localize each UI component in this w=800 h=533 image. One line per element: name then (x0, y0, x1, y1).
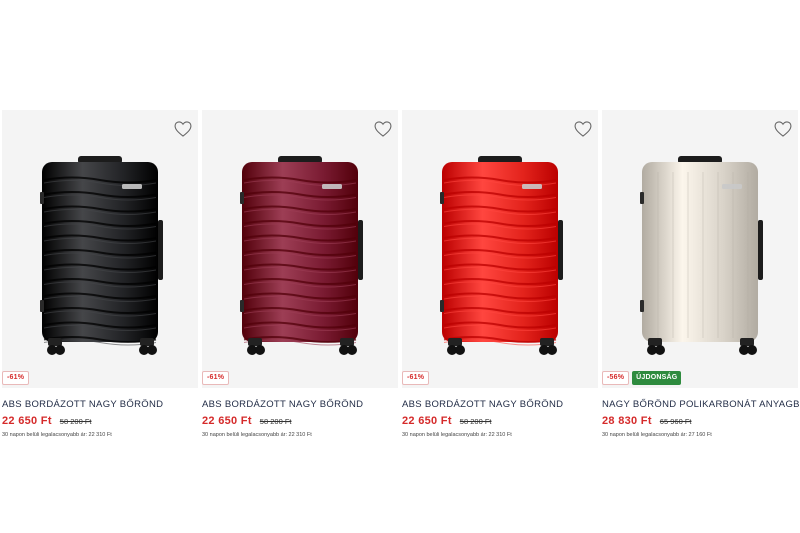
badges: -61% (202, 371, 230, 385)
suitcase-svg (440, 156, 563, 355)
new-badge: ÚJDONSÁG (632, 371, 682, 385)
lowest-price-note: 30 napon belüli legalacsonyabb ár: 22 31… (402, 432, 512, 438)
old-price: 65 960 Ft (659, 417, 692, 426)
badges: -56% ÚJDONSÁG (602, 371, 682, 385)
heart-outline-icon[interactable] (773, 119, 793, 139)
product-image[interactable]: -61% (202, 110, 398, 388)
price-row: 22 650 Ft 58 200 Ft (2, 415, 198, 427)
suitcase-image (2, 110, 198, 388)
old-price: 58 200 Ft (59, 417, 92, 426)
suitcase-image (202, 110, 398, 388)
product-card[interactable]: -61% ABS BORDÁZOTT NAGY BŐRÖND 22 650 Ft… (202, 110, 398, 440)
old-price: 58 200 Ft (259, 417, 292, 426)
discount-badge: -61% (202, 371, 230, 385)
price-row: 28 830 Ft 65 960 Ft (602, 415, 798, 427)
discount-badge: -61% (402, 371, 430, 385)
product-title[interactable]: ABS BORDÁZOTT NAGY BŐRÖND (2, 399, 198, 410)
current-price: 28 830 Ft (602, 415, 652, 427)
current-price: 22 650 Ft (2, 415, 52, 427)
product-grid: -61% ABS BORDÁZOTT NAGY BŐRÖND 22 650 Ft… (0, 110, 800, 440)
product-image[interactable]: -56% ÚJDONSÁG (602, 110, 798, 388)
lowest-price-note: 30 napon belüli legalacsonyabb ár: 22 31… (2, 432, 112, 438)
product-card[interactable]: -56% ÚJDONSÁG NAGY BŐRÖND POLIKARBONÁT A… (602, 110, 800, 440)
product-card[interactable]: -61% ABS BORDÁZOTT NAGY BŐRÖND 22 650 Ft… (2, 110, 198, 440)
price-row: 22 650 Ft 58 200 Ft (202, 415, 398, 427)
current-price: 22 650 Ft (202, 415, 252, 427)
discount-badge: -56% (602, 371, 630, 385)
badges: -61% (2, 371, 30, 385)
suitcase-svg (240, 156, 363, 355)
heart-outline-icon[interactable] (373, 119, 393, 139)
current-price: 22 650 Ft (402, 415, 452, 427)
suitcase-image (602, 110, 798, 388)
price-row: 22 650 Ft 58 200 Ft (402, 415, 598, 427)
lowest-price-note: 30 napon belüli legalacsonyabb ár: 27 16… (602, 432, 712, 438)
suitcase-svg (40, 156, 163, 355)
product-title[interactable]: NAGY BŐRÖND POLIKARBONÁT ANYAGBÓL (602, 399, 800, 410)
product-title[interactable]: ABS BORDÁZOTT NAGY BŐRÖND (402, 399, 598, 410)
suitcase-image (402, 110, 598, 388)
heart-outline-icon[interactable] (573, 119, 593, 139)
lowest-price-note: 30 napon belüli legalacsonyabb ár: 22 31… (202, 432, 312, 438)
old-price: 58 200 Ft (459, 417, 492, 426)
product-image[interactable]: -61% (2, 110, 198, 388)
product-card[interactable]: -61% ABS BORDÁZOTT NAGY BŐRÖND 22 650 Ft… (402, 110, 598, 440)
suitcase-svg (640, 156, 763, 355)
product-title[interactable]: ABS BORDÁZOTT NAGY BŐRÖND (202, 399, 398, 410)
product-image[interactable]: -61% (402, 110, 598, 388)
discount-badge: -61% (2, 371, 30, 385)
badges: -61% (402, 371, 430, 385)
heart-outline-icon[interactable] (173, 119, 193, 139)
